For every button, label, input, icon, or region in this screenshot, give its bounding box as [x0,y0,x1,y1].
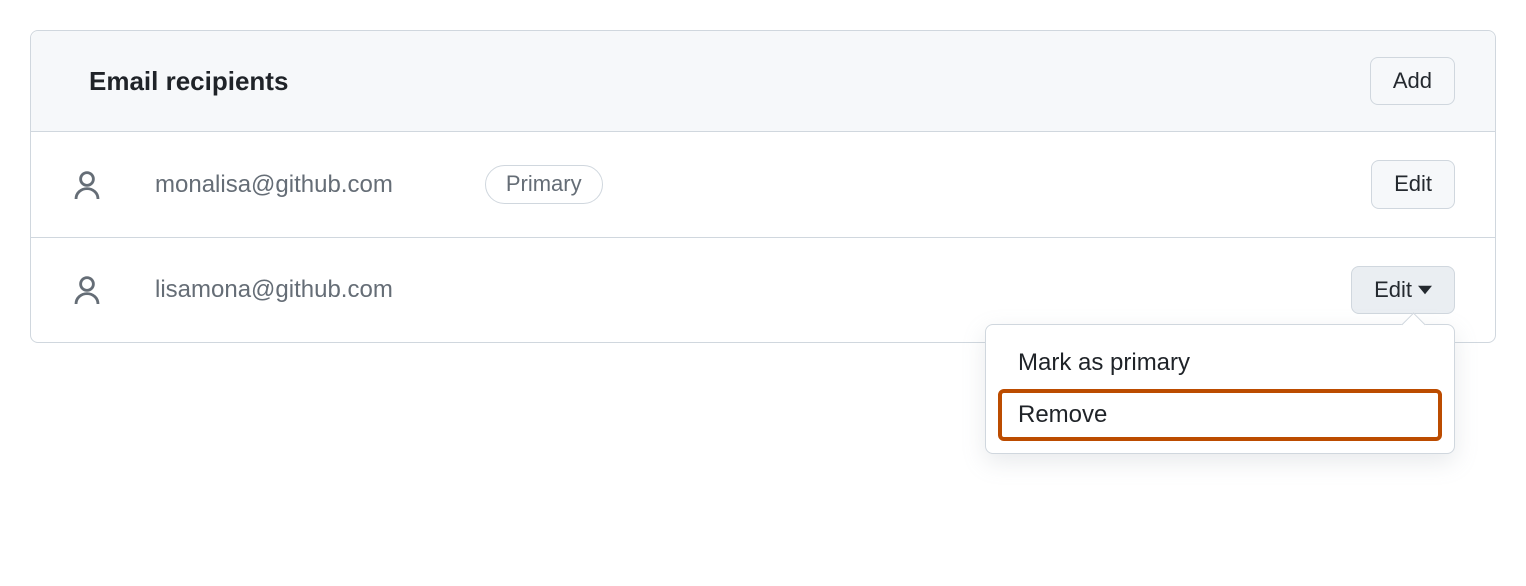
recipient-email: lisamona@github.com [155,276,393,304]
mark-primary-menu-item[interactable]: Mark as primary [998,337,1442,389]
panel-header: Email recipients Add [31,31,1495,132]
edit-dropdown-menu: Mark as primary Remove [985,324,1455,454]
edit-button-label: Edit [1374,277,1412,303]
edit-dropdown-button[interactable]: Edit [1351,266,1455,314]
person-icon [71,169,103,201]
recipient-actions: Edit Mark as primary Remove [1351,266,1455,314]
recipient-info: lisamona@github.com [71,274,1351,306]
edit-button[interactable]: Edit [1371,160,1455,208]
recipient-row: monalisa@github.com Primary Edit [31,132,1495,237]
remove-menu-item[interactable]: Remove [998,389,1442,441]
email-recipients-panel: Email recipients Add monalisa@github.com… [30,30,1496,343]
recipient-email: monalisa@github.com [155,171,393,199]
primary-badge: Primary [485,165,603,204]
person-icon [71,274,103,306]
caret-down-icon [1418,283,1432,297]
add-button[interactable]: Add [1370,57,1455,105]
recipient-actions: Edit [1371,160,1455,208]
recipient-info: monalisa@github.com Primary [71,165,1371,204]
recipient-row: lisamona@github.com Edit Mark as primary… [31,238,1495,342]
panel-title: Email recipients [89,66,288,97]
